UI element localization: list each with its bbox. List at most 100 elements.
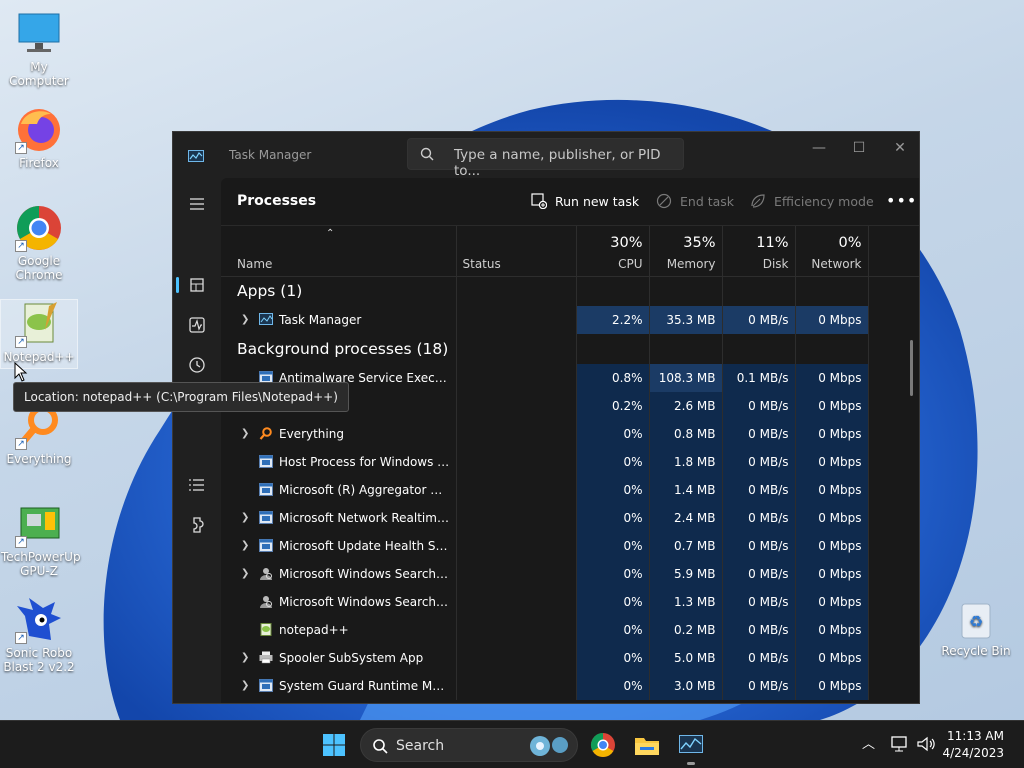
desktop-icon-chrome[interactable]: ↗ Google Chrome: [1, 204, 77, 282]
table-row[interactable]: ❯ Spooler SubSystem App 0% 5.0 MB 0 MB/s 0 Mb…: [221, 644, 919, 672]
taskbar: Search ︿ 11:13 AM 4/24/2023: [0, 720, 1024, 768]
process-status: [456, 588, 577, 616]
table-row[interactable]: ❯ Task Manager 2.2% 35.3 MB 0 MB/s 0 Mbps: [221, 306, 919, 334]
process-memory: 5.9 MB: [649, 560, 723, 588]
table-row[interactable]: notepad++ 0% 0.2 MB 0 MB/s 0 Mbps: [221, 616, 919, 644]
column-cpu[interactable]: 30% CPU: [576, 226, 650, 277]
maximize-button[interactable]: ☐: [845, 140, 873, 160]
end-task-button[interactable]: End task: [656, 193, 734, 209]
process-disk: 0 MB/s: [722, 476, 796, 504]
process-memory: 2.6 MB: [649, 392, 723, 420]
expand-chevron-icon[interactable]: ❯: [241, 652, 249, 663]
process-network: 0 Mbps: [795, 306, 869, 334]
desktop-icon-label: Sonic Robo Blast 2 v2.2: [3, 646, 75, 674]
details-icon[interactable]: [183, 471, 211, 499]
process-network: 0 Mbps: [795, 392, 869, 420]
table-row[interactable]: Microsoft (R) Aggregator Host 0% 1.4 MB 0 M…: [221, 476, 919, 504]
process-status: [456, 476, 577, 504]
expand-chevron-icon[interactable]: ❯: [241, 428, 249, 439]
process-cpu: 0%: [576, 504, 650, 532]
services-icon[interactable]: [183, 511, 211, 539]
hamburger-menu-icon[interactable]: [183, 190, 211, 218]
svg-text:♻: ♻: [969, 612, 983, 631]
chrome-taskbar-icon[interactable]: [590, 732, 616, 758]
efficiency-mode-label: Efficiency mode: [774, 193, 874, 209]
process-status: [456, 306, 577, 334]
memory-total: 35%: [683, 234, 716, 251]
search-input[interactable]: Type a name, publisher, or PID to...: [407, 138, 684, 179]
process-disk: 0 MB/s: [722, 672, 796, 700]
processes-icon[interactable]: [183, 271, 211, 299]
column-memory[interactable]: 35% Memory: [649, 226, 723, 277]
column-disk[interactable]: 11% Disk: [722, 226, 796, 277]
desktop-icon-firefox[interactable]: ↗ Firefox: [1, 106, 77, 170]
task-manager-taskbar-icon[interactable]: [679, 735, 703, 753]
desktop-icon-recycle-bin[interactable]: ♻ Recycle Bin: [940, 598, 1012, 658]
process-status: [456, 560, 577, 588]
process-network: 0 Mbps: [795, 532, 869, 560]
clock-date: 4/24/2023: [942, 746, 1004, 760]
cpu-total: 30%: [610, 234, 643, 251]
process-memory: 35.3 MB: [649, 306, 723, 334]
end-task-icon: [656, 193, 672, 209]
processes-panel: Processes Run new task End task Efficien…: [221, 178, 919, 703]
desktop-icon-notepadpp[interactable]: ↗ Notepad++: [0, 299, 78, 369]
volume-icon[interactable]: [916, 736, 936, 752]
process-cpu: 0.2%: [576, 392, 650, 420]
taskbar-search-label: Search: [396, 738, 445, 754]
run-new-task-button[interactable]: Run new task: [531, 193, 639, 209]
efficiency-mode-button[interactable]: Efficiency mode: [750, 193, 874, 209]
file-explorer-icon[interactable]: [634, 733, 660, 757]
process-network: 0 Mbps: [795, 448, 869, 476]
process-cpu: 0%: [576, 448, 650, 476]
expand-chevron-icon[interactable]: ❯: [241, 568, 249, 579]
process-network: 0 Mbps: [795, 560, 869, 588]
table-row[interactable]: Microsoft Windows Search Pr... 0% 1.3 MB 0 …: [221, 588, 919, 616]
scrollbar-thumb[interactable]: [910, 340, 913, 396]
group-header-label: Apps (1): [221, 276, 457, 306]
row-spacer: [868, 476, 919, 504]
process-status: [456, 532, 577, 560]
process-status: [456, 420, 577, 448]
expand-chevron-icon[interactable]: ❯: [241, 314, 249, 325]
start-windows-icon[interactable]: [322, 733, 346, 757]
desktop-icon-gpuz[interactable]: ↗ TechPowerUp GPU-Z: [1, 500, 81, 578]
process-disk: 0 MB/s: [722, 392, 796, 420]
table-row[interactable]: ❯ Microsoft Network Realtime I... 0% 2.4 MB…: [221, 504, 919, 532]
app-history-icon[interactable]: [183, 351, 211, 379]
desktop-icon-my-computer[interactable]: My Computer: [1, 10, 77, 88]
title-bar[interactable]: Task Manager Type a name, publisher, or …: [173, 132, 919, 179]
expand-chevron-icon[interactable]: ❯: [241, 540, 249, 551]
minimize-button[interactable]: —: [805, 140, 833, 160]
table-header: ⌃ Name Status 30% CPU 35% Memory 11% Disk 0…: [221, 226, 919, 277]
network-icon[interactable]: [891, 736, 909, 752]
expand-chevron-icon[interactable]: ❯: [241, 680, 249, 691]
expand-chevron-icon[interactable]: ❯: [241, 512, 249, 523]
column-name[interactable]: ⌃ Name: [221, 226, 457, 277]
performance-icon[interactable]: [183, 311, 211, 339]
nav-sidebar: [173, 178, 221, 703]
more-options-button[interactable]: •••: [886, 191, 917, 210]
firefox-icon: ↗: [15, 106, 63, 154]
table-row[interactable]: ❯ Everything 0% 0.8 MB 0 MB/s 0 Mbps: [221, 420, 919, 448]
table-row[interactable]: ❯ Microsoft Update Health Serv... 0% 0.7 MB…: [221, 532, 919, 560]
chevron-up-icon[interactable]: ︿: [862, 733, 875, 752]
row-spacer: [868, 588, 919, 616]
process-network: 0 Mbps: [795, 364, 869, 392]
table-row[interactable]: ❯ System Guard Runtime Monit... 0% 3.0 MB 0 …: [221, 672, 919, 700]
group-apps: Apps (1): [221, 276, 919, 306]
desktop-icon-srb2[interactable]: ↗ Sonic Robo Blast 2 v2.2: [1, 596, 77, 674]
system-clock[interactable]: 11:13 AM 4/24/2023: [942, 728, 1004, 762]
close-button[interactable]: ✕: [886, 140, 914, 160]
table-row[interactable]: ❯ Microsoft Windows Search In... 0% 5.9 MB 0…: [221, 560, 919, 588]
taskbar-search[interactable]: Search: [360, 728, 578, 762]
task-manager-window: Task Manager Type a name, publisher, or …: [172, 131, 920, 704]
process-network: 0 Mbps: [795, 476, 869, 504]
column-status[interactable]: Status: [456, 226, 577, 277]
process-disk: 0 MB/s: [722, 504, 796, 532]
column-network[interactable]: 0% Network: [795, 226, 869, 277]
table-row[interactable]: Host Process for Windows Tasks0%1.8 MB0 …: [221, 448, 919, 476]
process-status: [456, 392, 577, 420]
process-memory: 5.0 MB: [649, 644, 723, 672]
process-disk: 0 MB/s: [722, 560, 796, 588]
